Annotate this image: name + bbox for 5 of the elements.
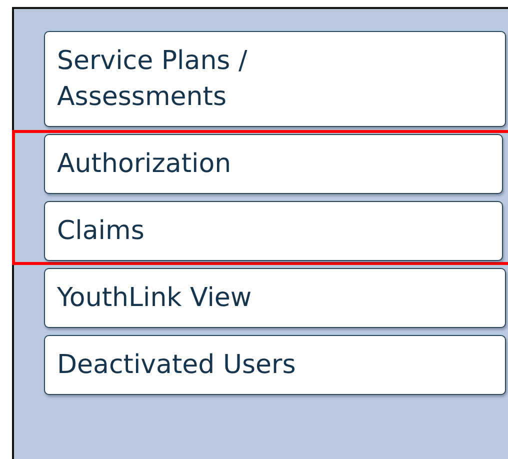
menu-button[interactable]: Deactivated Users xyxy=(44,335,506,395)
menu-button[interactable]: Authorization xyxy=(44,134,503,194)
menu-button[interactable]: Claims xyxy=(44,201,503,261)
menu-button[interactable]: YouthLink View xyxy=(44,268,506,328)
menu-button[interactable]: Service Plans / Assessments xyxy=(44,31,506,127)
